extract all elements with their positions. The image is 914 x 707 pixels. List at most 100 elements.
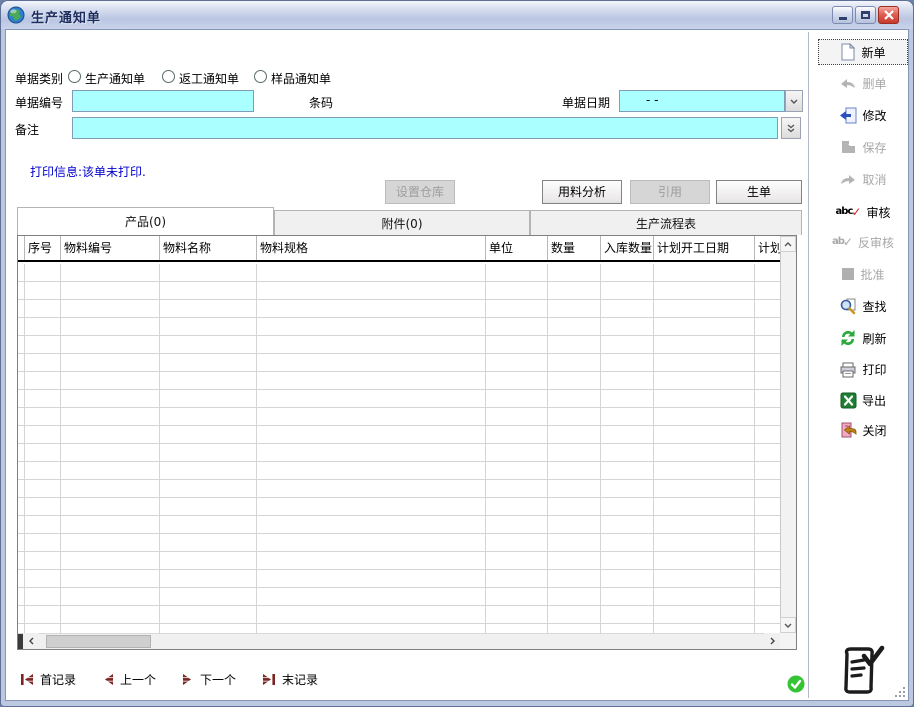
- table-cell: [18, 300, 25, 317]
- table-row[interactable]: [18, 534, 780, 552]
- table-cell: [25, 300, 61, 317]
- vertical-scrollbar[interactable]: [780, 236, 796, 633]
- print-button[interactable]: 打印: [818, 356, 908, 382]
- remark-expand-button[interactable]: [781, 117, 801, 139]
- table-row[interactable]: [18, 588, 780, 606]
- table-cell: [548, 264, 601, 281]
- table-cell: [548, 498, 601, 515]
- col-material-spec[interactable]: 物料规格: [257, 236, 486, 260]
- table-cell: [601, 462, 654, 479]
- scrollbar-thumb[interactable]: [46, 635, 151, 648]
- scroll-up-button[interactable]: [780, 236, 796, 252]
- last-record-icon: [262, 673, 276, 686]
- table-cell: [160, 336, 257, 353]
- previous-record-button[interactable]: 上一个: [102, 671, 156, 688]
- table-row[interactable]: [18, 462, 780, 480]
- table-row[interactable]: [18, 552, 780, 570]
- table-cell: [160, 462, 257, 479]
- delete-order-button: 删单: [818, 70, 908, 96]
- refresh-icon: [839, 329, 857, 347]
- table-row[interactable]: [18, 606, 780, 624]
- refresh-button[interactable]: 刷新: [818, 325, 908, 351]
- radio-rework-notice[interactable]: [162, 70, 175, 83]
- table-row[interactable]: [18, 318, 780, 336]
- col-quantity[interactable]: 数量: [548, 236, 601, 260]
- table-row[interactable]: [18, 516, 780, 534]
- table-cell: [160, 300, 257, 317]
- scroll-left-button[interactable]: [23, 633, 39, 649]
- horizontal-scrollbar[interactable]: [18, 633, 780, 649]
- table-cell: [548, 300, 601, 317]
- table-cell: [25, 480, 61, 497]
- table-cell: [18, 354, 25, 371]
- tab-production-flow[interactable]: 生产流程表: [530, 210, 802, 235]
- table-cell: [601, 570, 654, 587]
- resize-grip[interactable]: [893, 685, 905, 697]
- create-order-button[interactable]: 生单: [716, 180, 802, 204]
- table-cell: [257, 336, 486, 353]
- first-record-button[interactable]: 首记录: [20, 671, 76, 688]
- col-unit[interactable]: 单位: [486, 236, 548, 260]
- table-cell: [257, 480, 486, 497]
- table-cell: [548, 282, 601, 299]
- last-record-button[interactable]: 末记录: [262, 671, 318, 688]
- col-material-name[interactable]: 物料名称: [160, 236, 257, 260]
- date-dropdown-button[interactable]: [785, 90, 803, 112]
- table-row[interactable]: [18, 372, 780, 390]
- tab-products[interactable]: 产品(0): [17, 207, 274, 235]
- export-button[interactable]: 导出: [818, 387, 908, 413]
- col-seq[interactable]: 序号: [25, 236, 61, 260]
- date-combobox[interactable]: - -: [619, 90, 785, 112]
- table-row[interactable]: [18, 426, 780, 444]
- reverse-audit-button: ab✓ 反审核: [818, 229, 908, 255]
- table-cell: [257, 624, 486, 633]
- table-row[interactable]: [18, 300, 780, 318]
- table-cell: [755, 300, 780, 317]
- table-row[interactable]: [18, 480, 780, 498]
- table-cell: [61, 426, 160, 443]
- radio-production-notice-label[interactable]: 生产通知单: [85, 70, 145, 87]
- close-button[interactable]: [878, 6, 899, 24]
- table-row[interactable]: [18, 408, 780, 426]
- table-cell: [601, 516, 654, 533]
- radio-sample-notice-label[interactable]: 样品通知单: [271, 70, 331, 87]
- material-analysis-button[interactable]: 用料分析: [542, 180, 622, 204]
- remark-input[interactable]: [72, 117, 778, 139]
- table-row[interactable]: [18, 354, 780, 372]
- col-plan-start-date[interactable]: 计划开工日期: [654, 236, 755, 260]
- close-window-button[interactable]: 关闭: [818, 417, 908, 443]
- table-row[interactable]: [18, 498, 780, 516]
- next-record-button[interactable]: 下一个: [182, 671, 236, 688]
- doc-no-input[interactable]: [72, 90, 254, 112]
- radio-rework-notice-label[interactable]: 返工通知单: [179, 70, 239, 87]
- table-row[interactable]: [18, 444, 780, 462]
- table-cell: [601, 390, 654, 407]
- table-row[interactable]: [18, 570, 780, 588]
- table-row[interactable]: [18, 390, 780, 408]
- audit-button[interactable]: abc✓ 审核: [818, 199, 908, 225]
- scrollbar-corner: [780, 633, 796, 649]
- table-row[interactable]: [18, 336, 780, 354]
- table-row[interactable]: [18, 282, 780, 300]
- table-row[interactable]: [18, 624, 780, 633]
- radio-production-notice[interactable]: [68, 70, 81, 83]
- new-order-button[interactable]: 新单: [818, 39, 908, 65]
- col-plan-clipped[interactable]: 计划: [755, 236, 780, 260]
- table-cell: [25, 264, 61, 281]
- col-stockin-qty[interactable]: 入库数量: [601, 236, 654, 260]
- table-cell: [486, 336, 548, 353]
- find-button[interactable]: 查找: [818, 293, 908, 319]
- status-badge-icon: [787, 675, 805, 693]
- modify-button[interactable]: 修改: [818, 102, 908, 128]
- scroll-down-button[interactable]: [780, 617, 796, 633]
- set-warehouse-button: 设置仓库: [385, 180, 455, 204]
- minimize-button[interactable]: [832, 6, 853, 24]
- radio-sample-notice[interactable]: [254, 70, 267, 83]
- table-row[interactable]: [18, 264, 780, 282]
- table-cell: [61, 300, 160, 317]
- tab-attachments[interactable]: 附件(0): [274, 210, 530, 235]
- maximize-button[interactable]: [855, 6, 876, 24]
- scroll-right-button[interactable]: [764, 633, 780, 649]
- col-material-code[interactable]: 物料编号: [61, 236, 160, 260]
- table-cell: [257, 354, 486, 371]
